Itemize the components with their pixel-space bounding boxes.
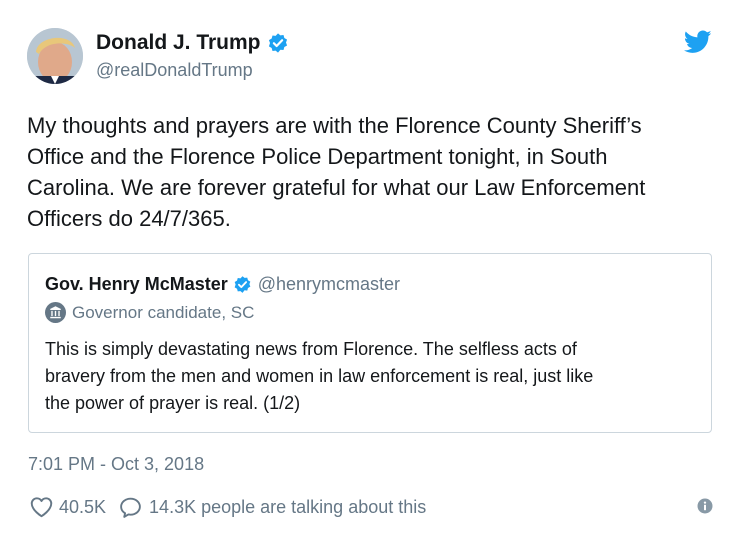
verified-badge-icon — [268, 33, 287, 53]
tweet-line: Office and the Florence Police Departmen… — [27, 144, 608, 169]
twitter-bird-icon[interactable] — [684, 30, 712, 54]
author-name-row[interactable]: Donald J. Trump — [96, 31, 289, 55]
verified-badge-icon — [234, 276, 251, 293]
quoted-tweet-header: Gov. Henry McMaster @henrymcmaster — [45, 274, 400, 295]
info-icon[interactable] — [697, 498, 713, 514]
quoted-tweet-card[interactable]: Gov. Henry McMaster @henrymcmaster Gover… — [28, 253, 712, 433]
government-label: Governor candidate, SC — [45, 302, 254, 323]
government-label-text: Governor candidate, SC — [72, 302, 255, 322]
quoted-tweet-line: bravery from the men and women in law en… — [45, 366, 594, 386]
heart-icon[interactable] — [28, 494, 55, 520]
quoted-tweet-line: This is simply devastating news from Flo… — [45, 339, 577, 359]
avatar-image — [27, 28, 83, 84]
tweet-text: My thoughts and prayers are with the Flo… — [27, 110, 717, 234]
comment-bubble-icon[interactable] — [118, 495, 143, 520]
like-count[interactable]: 40.5K — [59, 497, 106, 518]
tweet-line: Officers do 24/7/365. — [27, 206, 231, 231]
tweet-timestamp[interactable]: 7:01 PM - Oct 3, 2018 — [28, 454, 204, 475]
tweet-actions: 40.5K 14.3K people are talking about thi… — [28, 494, 426, 520]
avatar[interactable] — [27, 28, 83, 84]
government-building-icon — [45, 302, 66, 323]
quoted-tweet-text: This is simply devastating news from Flo… — [45, 336, 695, 417]
talking-count[interactable]: 14.3K people are talking about this — [149, 497, 426, 518]
quoted-author-handle[interactable]: @henrymcmaster — [258, 274, 400, 295]
author-name[interactable]: Donald J. Trump — [96, 31, 261, 55]
tweet-line: My thoughts and prayers are with the Flo… — [27, 113, 642, 138]
quoted-tweet-line: the power of prayer is real. (1/2) — [45, 393, 301, 413]
tweet-line: Carolina. We are forever grateful for wh… — [27, 175, 646, 200]
quoted-author-name[interactable]: Gov. Henry McMaster — [45, 274, 228, 295]
author-handle[interactable]: @realDonaldTrump — [96, 60, 253, 81]
